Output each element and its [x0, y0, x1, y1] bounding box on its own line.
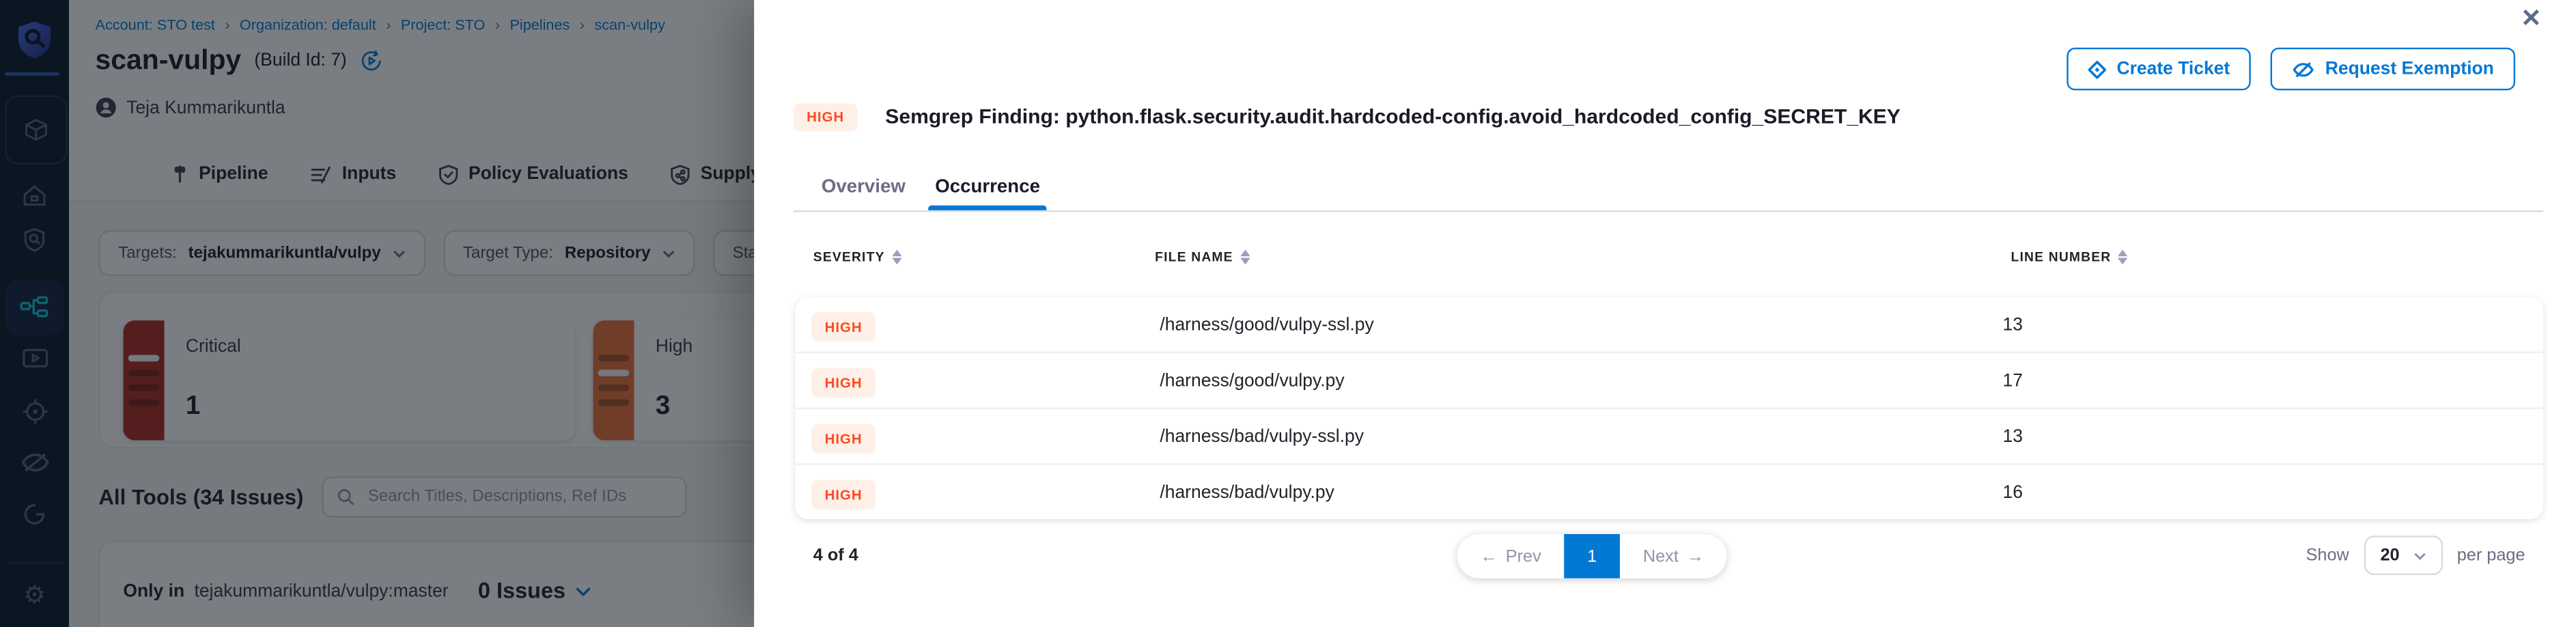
tab-overview[interactable]: Overview	[822, 165, 906, 210]
page-1-button[interactable]: 1	[1564, 534, 1620, 579]
line-number-cell: 17	[2002, 370, 2022, 390]
finding-tabs: Overview Occurrence	[822, 165, 1040, 210]
show-label: Show	[2306, 546, 2349, 566]
sort-file-name-header[interactable]: FILE NAME	[1155, 250, 1250, 265]
sort-icon	[891, 250, 901, 265]
screen: ⚙ Account: STO test › Organization: defa…	[0, 0, 2576, 627]
table-row[interactable]: HIGH /harness/bad/vulpy-ssl.py 13	[795, 408, 2543, 464]
tab-occurrence[interactable]: Occurrence	[935, 165, 1040, 210]
table-row[interactable]: HIGH /harness/bad/vulpy.py 16	[795, 463, 2543, 519]
arrow-left-icon: ←	[1480, 546, 1497, 566]
sort-severity-header[interactable]: SEVERITY	[813, 250, 901, 265]
severity-badge: HIGH	[811, 479, 875, 508]
request-exemption-label: Request Exemption	[2325, 59, 2494, 79]
page-size-group: Show 20 per page	[2306, 535, 2525, 575]
per-page-label: per page	[2457, 546, 2525, 566]
chevron-down-icon	[2413, 551, 2426, 559]
create-ticket-label: Create Ticket	[2116, 59, 2230, 79]
page-size-select[interactable]: 20	[2364, 535, 2442, 575]
sort-icon	[2118, 250, 2127, 265]
file-name-cell: /harness/bad/vulpy.py	[1160, 482, 1334, 502]
severity-badge: HIGH	[811, 311, 875, 341]
table-row[interactable]: HIGH /harness/good/vulpy-ssl.py 13	[795, 297, 2543, 351]
finding-details-modal: ✕ Create Ticket	[754, 0, 2576, 627]
line-number-cell: 16	[2002, 482, 2022, 502]
arrow-right-icon: →	[1687, 546, 1704, 566]
eye-slash-icon	[2293, 60, 2316, 78]
request-exemption-button[interactable]: Request Exemption	[2271, 48, 2515, 91]
prev-label: Prev	[1506, 546, 1541, 566]
column-label: LINE NUMBER	[2011, 250, 2112, 265]
create-ticket-button[interactable]: Create Ticket	[2067, 48, 2251, 91]
next-page-button[interactable]: Next →	[1620, 534, 1727, 579]
sort-line-number-header[interactable]: LINE NUMBER	[2011, 250, 2128, 265]
column-label: FILE NAME	[1155, 250, 1233, 265]
close-icon[interactable]: ✕	[2521, 7, 2541, 31]
severity-badge: HIGH	[811, 423, 875, 452]
finding-actions: Create Ticket Request Exemption	[2067, 48, 2515, 91]
ticket-diamond-icon	[2089, 60, 2107, 78]
prev-page-button[interactable]: ← Prev	[1457, 534, 1565, 579]
table-row[interactable]: HIGH /harness/good/vulpy.py 17	[795, 352, 2543, 408]
next-label: Next	[1643, 546, 1679, 566]
app-background: ⚙ Account: STO test › Organization: defa…	[0, 0, 2576, 627]
occurrence-table-header: SEVERITY FILE NAME LINE NUMBER	[794, 250, 2543, 276]
page-size-value: 20	[2380, 546, 2399, 566]
file-name-cell: /harness/good/vulpy-ssl.py	[1160, 315, 1373, 335]
severity-badge: HIGH	[794, 104, 857, 131]
file-name-cell: /harness/bad/vulpy-ssl.py	[1160, 426, 1364, 446]
pagination-summary: 4 of 4	[813, 546, 858, 566]
column-label: SEVERITY	[813, 250, 885, 265]
finding-title: Semgrep Finding: python.flask.security.a…	[885, 106, 1901, 129]
line-number-cell: 13	[2002, 315, 2022, 335]
line-number-cell: 13	[2002, 426, 2022, 446]
finding-tabs-divider	[794, 210, 2543, 212]
file-name-cell: /harness/good/vulpy.py	[1160, 370, 1344, 390]
severity-badge: HIGH	[811, 367, 875, 397]
pagination-pager: ← Prev 1 Next →	[1457, 534, 1727, 579]
sort-icon	[1240, 250, 1249, 265]
occurrence-table: HIGH /harness/good/vulpy-ssl.py 13 HIGH …	[795, 297, 2543, 519]
